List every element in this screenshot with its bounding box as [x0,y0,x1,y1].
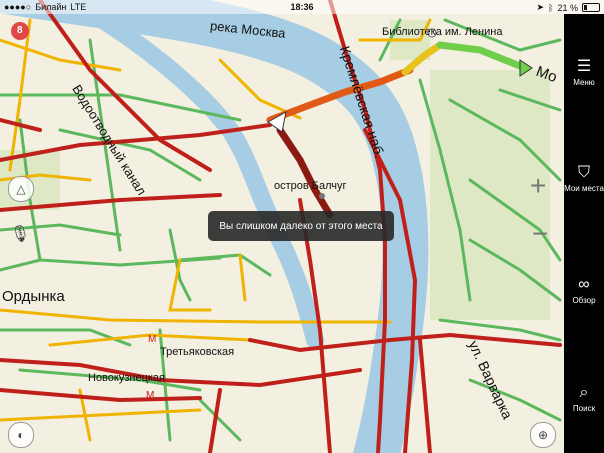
my-location-button[interactable]: ⊕ [530,422,556,448]
label-ordynka: Ордынка [2,288,65,305]
ostrov-point-icon [319,193,325,199]
traffic-button[interactable]: △ [8,176,34,202]
label-ostrov-balchug: остров Балчуг [274,180,347,192]
overview-label: Обзор [572,296,596,305]
location-arrow-icon: ➤ [536,2,545,12]
notification-count: 8 [17,25,23,36]
menu-label: Меню [573,78,595,87]
compass-button[interactable]: ◐ [8,422,34,448]
bookmark-icon: ⛉ [577,164,590,181]
status-time: 18:36 [290,2,314,12]
crosshair-icon: ⊕ [537,428,549,442]
map-view[interactable]: M M река Москва Водоотводный канал Кремл… [0,0,564,453]
label-tretyakovskaya: Третьяковская [160,346,235,358]
toast-too-far: Вы слишком далеко от этого места [208,211,394,241]
search-icon: ⌕ [579,384,589,401]
label-novokuznetskaya: Новокузнецкая [88,372,165,384]
my-places-button[interactable]: ⛉ Мои места [564,164,604,193]
battery-icon [582,3,600,12]
warning-triangle-icon: △ [16,182,26,196]
label-library: Библиотека им. Ленина [382,26,503,38]
minus-icon: − [532,218,549,249]
plus-icon: + [530,170,547,201]
overview-button[interactable]: ∞ Обзор [564,276,604,305]
right-sidebar: ☰ Меню ⛉ Мои места ∞ Обзор ⌕ Поиск [564,14,604,453]
my-places-label: Мои места [564,184,604,193]
compass-icon: ◐ [17,428,25,442]
bluetooth-icon: ᛒ [548,2,554,13]
voice-search-button[interactable]: 🎙 [8,222,32,246]
battery-percent: 21 % [557,2,578,13]
menu-button[interactable]: ☰ Меню [564,58,604,87]
metro-novokuznetskaya-icon: M [146,390,154,401]
route-overview-icon: ∞ [578,276,590,293]
zoom-out-button[interactable]: − [532,218,548,250]
microphone-icon: 🎙 [9,226,31,243]
search-button[interactable]: ⌕ Поиск [564,384,604,413]
status-bar: ●●●●○ Билайн LTE 18:36 ➤ ᛒ 21 % [0,0,604,14]
search-label: Поиск [572,404,596,413]
hamburger-icon: ☰ [576,58,592,75]
zoom-in-button[interactable]: + [530,170,546,202]
metro-tretyakovskaya-icon: M [148,334,156,345]
